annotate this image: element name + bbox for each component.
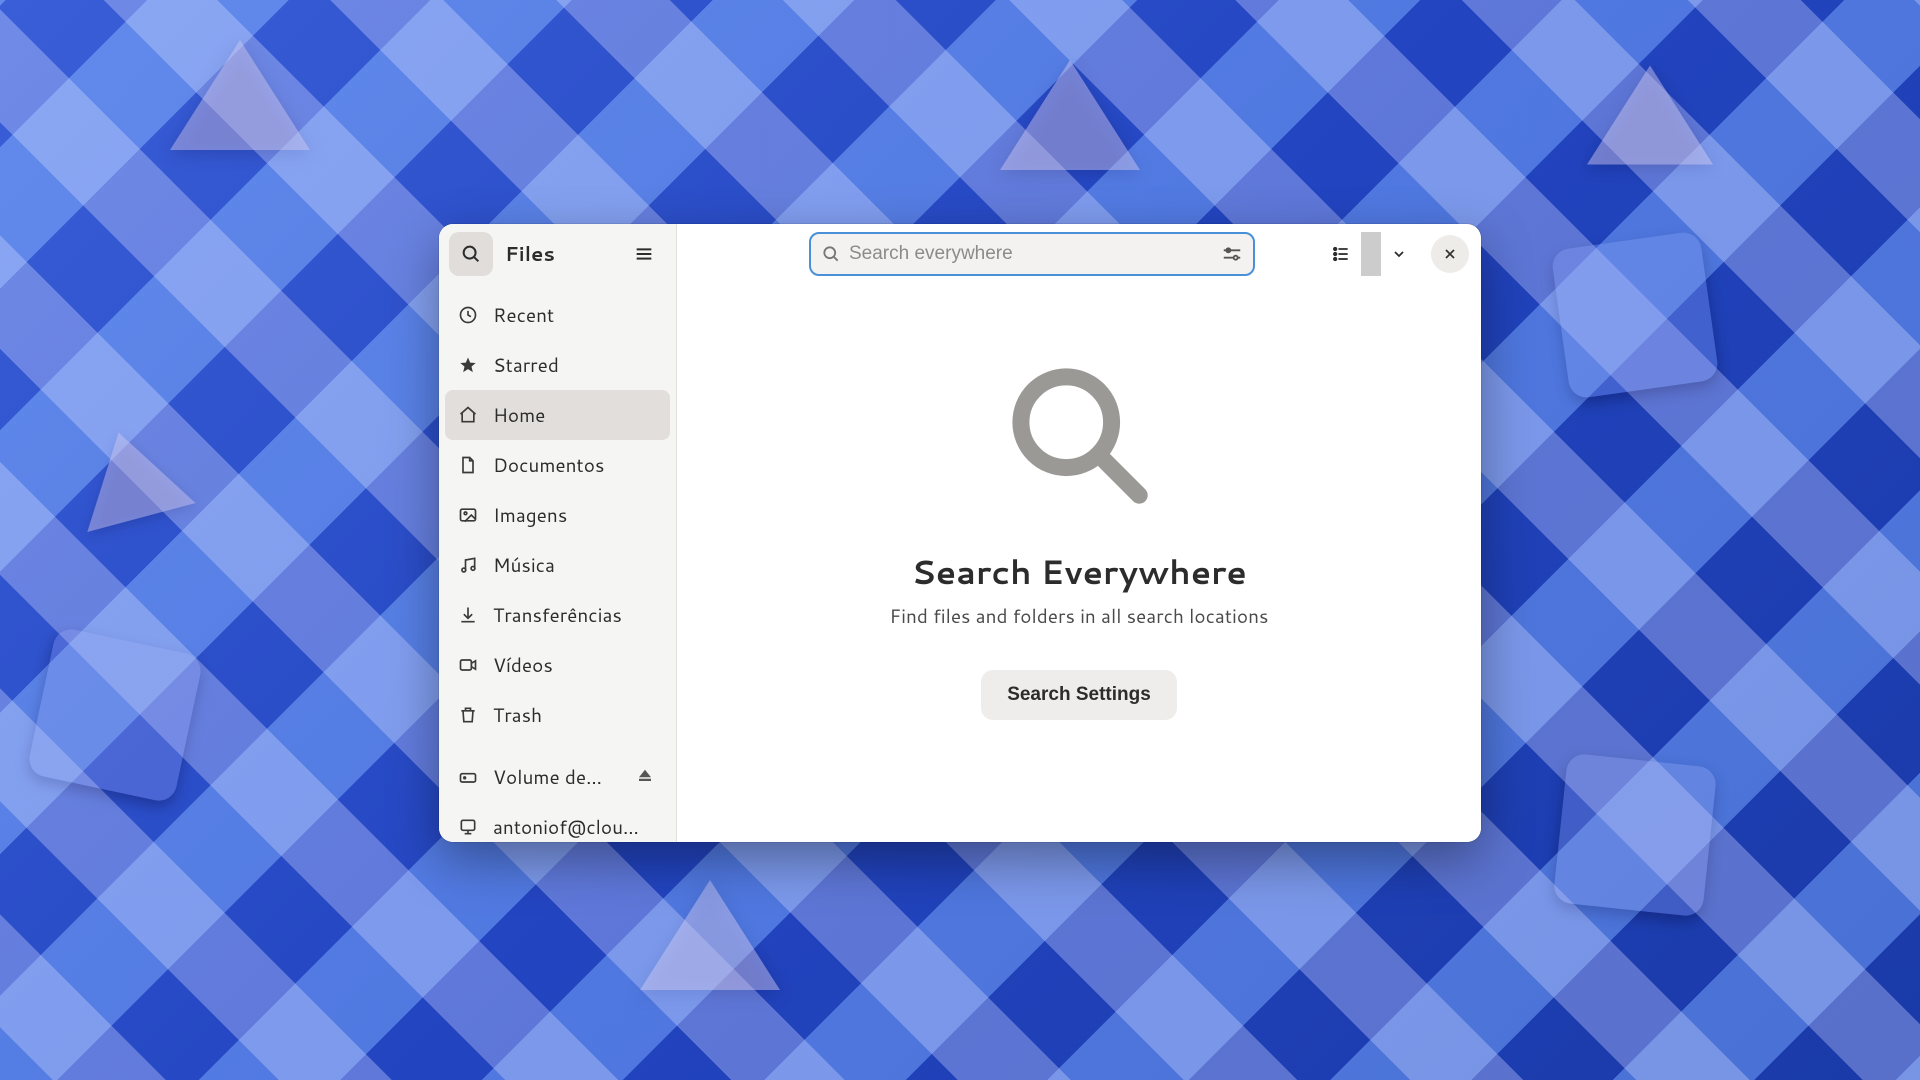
search-options-icon[interactable] xyxy=(1221,243,1243,265)
sidebar-item-label: antoniof@clou… xyxy=(493,814,658,841)
sidebar-menu-button[interactable] xyxy=(622,232,666,276)
trash-icon xyxy=(457,704,479,726)
sidebar-item-label: Home xyxy=(493,402,658,429)
sidebar-item-v-deos[interactable]: Vídeos xyxy=(445,640,670,690)
sidebar-item-imagens[interactable]: Imagens xyxy=(445,490,670,540)
list-view-button[interactable] xyxy=(1321,232,1361,276)
home-icon xyxy=(457,404,479,426)
sidebar-item-label: Volume de… xyxy=(493,764,622,791)
files-window: Files xyxy=(439,224,1481,842)
image-icon xyxy=(457,504,479,526)
sidebar-item-label: Trash xyxy=(493,702,658,729)
sidebar-item-home[interactable]: Home xyxy=(445,390,670,440)
hamburger-icon xyxy=(633,243,655,265)
headerbar-left: Files xyxy=(439,224,677,284)
video-icon xyxy=(457,654,479,676)
clock-icon xyxy=(457,304,479,326)
view-switcher xyxy=(1321,232,1417,276)
headerbar-controls xyxy=(1321,232,1469,276)
headerbar-right xyxy=(677,224,1481,284)
sidebar-item-m-sica[interactable]: Música xyxy=(445,540,670,590)
search-bar[interactable] xyxy=(809,232,1255,276)
search-toggle-button[interactable] xyxy=(449,232,493,276)
headerbar: Files xyxy=(439,224,1481,284)
music-icon xyxy=(457,554,479,576)
sidebar-item-transfer-ncias[interactable]: Transferências xyxy=(445,590,670,640)
list-view-icon xyxy=(1331,244,1351,264)
content-area: Search Everywhere Find files and folders… xyxy=(677,284,1481,842)
drive-icon xyxy=(457,766,479,788)
window-title: Files xyxy=(499,240,616,268)
search-icon xyxy=(994,350,1164,520)
sidebar-item-recent[interactable]: Recent xyxy=(445,290,670,340)
sidebar: Recent Starred Home Documentos Imagens Música… xyxy=(439,284,677,842)
close-button[interactable] xyxy=(1431,235,1469,273)
search-settings-button[interactable]: Search Settings xyxy=(981,670,1177,720)
search-input[interactable] xyxy=(849,243,1213,265)
empty-state-subheading: Find files and folders in all search loc… xyxy=(890,603,1269,630)
sidebar-item-label: Vídeos xyxy=(493,652,658,679)
search-illustration xyxy=(994,350,1164,520)
sidebar-item-label: Documentos xyxy=(493,452,658,479)
chevron-down-icon xyxy=(1391,246,1407,262)
sidebar-item-volume-de-[interactable]: Volume de… xyxy=(445,752,670,802)
sidebar-item-antoniof-clou-[interactable]: antoniof@clou… xyxy=(445,802,670,842)
sidebar-item-label: Imagens xyxy=(493,502,658,529)
window-body: Recent Starred Home Documentos Imagens Música… xyxy=(439,284,1481,842)
close-icon xyxy=(1442,246,1458,262)
star-icon xyxy=(457,354,479,376)
empty-state-heading: Search Everywhere xyxy=(911,548,1247,595)
sidebar-item-starred[interactable]: Starred xyxy=(445,340,670,390)
view-options-button[interactable] xyxy=(1381,232,1417,276)
eject-button[interactable] xyxy=(636,766,658,788)
search-icon xyxy=(821,244,841,264)
sidebar-item-label: Recent xyxy=(493,302,658,329)
sidebar-item-label: Starred xyxy=(493,352,658,379)
download-icon xyxy=(457,604,479,626)
sidebar-item-label: Música xyxy=(493,552,658,579)
sidebar-item-label: Transferências xyxy=(493,602,658,629)
sidebar-item-documentos[interactable]: Documentos xyxy=(445,440,670,490)
document-icon xyxy=(457,454,479,476)
sidebar-item-trash[interactable]: Trash xyxy=(445,690,670,740)
network-icon xyxy=(457,816,479,838)
split-separator xyxy=(1361,232,1381,276)
search-icon xyxy=(460,243,482,265)
